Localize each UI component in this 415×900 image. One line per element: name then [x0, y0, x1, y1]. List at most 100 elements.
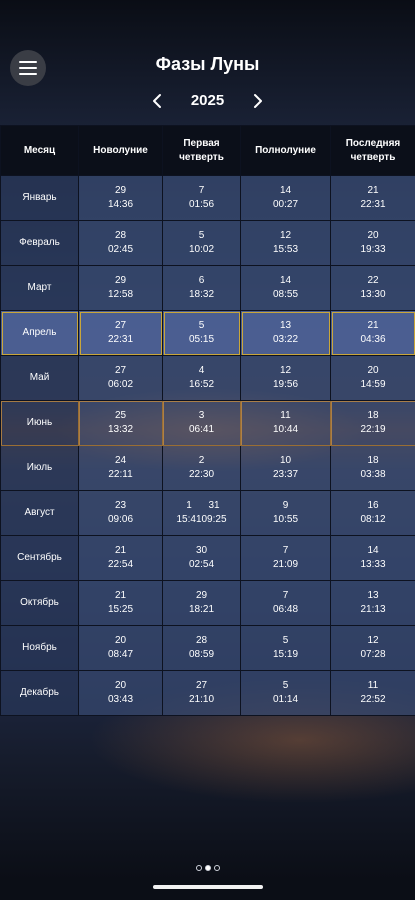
- new-moon-cell: 29 12:58: [78, 265, 163, 311]
- month-cell: Декабрь: [0, 670, 79, 716]
- column-header-full-moon: Полнолуние: [240, 125, 331, 176]
- phase-day: 14: [279, 185, 292, 196]
- phase-day: 27: [114, 365, 127, 376]
- phase-day: 13: [279, 320, 292, 331]
- new-moon-cell: 21 15:25: [78, 580, 163, 626]
- first-quarter-cell: 5 10:02: [162, 220, 241, 266]
- first-quarter-cell: 4 16:52: [162, 355, 241, 401]
- first-quarter-cell: 3 06:41: [162, 400, 241, 446]
- column-header-month: Месяц: [0, 125, 79, 176]
- phase-day: 5: [282, 680, 289, 691]
- table-row[interactable]: Март 29 12:58 6 18:32 14 08:55 22 13:30: [0, 265, 415, 311]
- full-moon-cell: 12 19:56: [240, 355, 331, 401]
- phase-day: 31: [208, 500, 220, 511]
- phase-time: 03:22: [272, 334, 299, 345]
- phase-time: 06:41: [188, 424, 215, 435]
- column-header-last-quarter: Последняя четверть: [330, 125, 415, 176]
- phase-time: 06:48: [272, 604, 299, 615]
- phase-day: 13: [367, 590, 379, 601]
- page-title: Фазы Луны: [155, 54, 260, 74]
- phase-time: 22:31: [360, 199, 386, 210]
- table-row[interactable]: Август 23 09:06 1 31 15:41 09:25 9 10:55 16 08:12: [0, 490, 415, 536]
- phase-time: 21:09: [272, 559, 299, 570]
- phase-time: 15:19: [272, 649, 299, 660]
- first-quarter-cell: 5 05:15: [162, 310, 241, 356]
- phase-day: 27: [114, 320, 127, 331]
- phase-day: 4: [198, 365, 205, 376]
- home-indicator: [153, 885, 263, 889]
- next-year-button[interactable]: [248, 91, 268, 111]
- last-quarter-cell: 21 22:31: [330, 175, 415, 221]
- last-quarter-cell: 21 04:36: [330, 310, 415, 356]
- table-row[interactable]: Июль 24 22:11 2 22:30 10 23:37 18 03:38: [0, 445, 415, 491]
- phase-time: 15:53: [272, 244, 299, 255]
- full-moon-cell: 5 01:14: [240, 670, 331, 716]
- phase-time: 09:25: [201, 514, 227, 525]
- table-row[interactable]: Апрель 27 22:31 5 05:15 13 03:22 21 04:36: [0, 310, 415, 356]
- phase-day: 28: [195, 635, 208, 646]
- phase-time: 02:45: [107, 244, 134, 255]
- new-moon-cell: 27 06:02: [78, 355, 163, 401]
- dual-date: 1 31 15:41 09:25: [163, 499, 240, 527]
- phase-day: 23: [114, 500, 127, 511]
- new-moon-cell: 21 22:54: [78, 535, 163, 581]
- phase-time: 19:33: [360, 244, 386, 255]
- phase-day: 11: [280, 410, 291, 421]
- phase-day: 14: [367, 545, 379, 556]
- table-row[interactable]: Июнь 25 13:32 3 06:41 11 10:44 18 22:19: [0, 400, 415, 446]
- phase-time: 21:13: [360, 604, 386, 615]
- full-moon-cell: 10 23:37: [240, 445, 331, 491]
- phase-time: 08:12: [360, 514, 386, 525]
- phase-day: 20: [114, 680, 127, 691]
- new-moon-cell: 24 22:11: [78, 445, 163, 491]
- phase-day: 12: [367, 635, 379, 646]
- new-moon-cell: 28 02:45: [78, 220, 163, 266]
- phase-day: 21: [367, 320, 379, 331]
- month-cell: Январь: [0, 175, 79, 221]
- first-quarter-cell: 7 01:56: [162, 175, 241, 221]
- last-quarter-cell: 11 22:52: [330, 670, 415, 716]
- month-cell: Март: [0, 265, 79, 311]
- phase-day: 7: [198, 185, 205, 196]
- phase-day: 5: [282, 635, 289, 646]
- table-row[interactable]: Ноябрь 20 08:47 28 08:59 5 15:19 12 07:28: [0, 625, 415, 671]
- last-quarter-cell: 18 22:19: [330, 400, 415, 446]
- phase-day: 10: [279, 455, 292, 466]
- phase-time: 03:43: [107, 694, 134, 705]
- phase-time: 13:30: [360, 289, 386, 300]
- first-quarter-cell: 27 21:10: [162, 670, 241, 716]
- phase-time: 08:59: [188, 649, 215, 660]
- phase-day: 21: [114, 545, 127, 556]
- table-row[interactable]: Октябрь 21 15:25 29 18:21 7 06:48 13 21:13: [0, 580, 415, 626]
- table-row[interactable]: Февраль 28 02:45 5 10:02 12 15:53 20 19:33: [0, 220, 415, 266]
- phase-day: 18: [367, 410, 379, 421]
- month-cell: Май: [0, 355, 79, 401]
- phase-day: 20: [367, 230, 379, 241]
- table-row[interactable]: Сентябрь 21 22:54 30 02:54 7 21:09 14 13:33: [0, 535, 415, 581]
- phase-time: 07:28: [360, 649, 386, 660]
- table-row[interactable]: Декабрь 20 03:43 27 21:10 5 01:14 11 22:52: [0, 670, 415, 716]
- last-quarter-cell: 14 13:33: [330, 535, 415, 581]
- phase-day: 9: [282, 500, 289, 511]
- phase-day: 11: [367, 680, 379, 691]
- new-moon-cell: 27 22:31: [78, 310, 163, 356]
- phase-time: 09:06: [107, 514, 134, 525]
- phase-time: 13:32: [107, 424, 134, 435]
- phase-day: 12: [279, 365, 292, 376]
- phase-time: 00:27: [272, 199, 299, 210]
- full-moon-cell: 12 15:53: [240, 220, 331, 266]
- table-row[interactable]: Январь 29 14:36 7 01:56 14 00:27 21 22:31: [0, 175, 415, 221]
- phase-time: 18:21: [188, 604, 215, 615]
- phase-day: 27: [195, 680, 208, 691]
- phase-time: 23:37: [272, 469, 299, 480]
- phase-day: 12: [279, 230, 292, 241]
- table-row[interactable]: Май 27 06:02 4 16:52 12 19:56 20 14:59: [0, 355, 415, 401]
- year-label: 2025: [190, 92, 225, 109]
- page-dot: [195, 865, 202, 871]
- phase-time: 22:52: [360, 694, 386, 705]
- full-moon-cell: 11 10:44: [240, 400, 331, 446]
- phase-time: 10:02: [188, 244, 215, 255]
- phase-day: 24: [114, 455, 127, 466]
- table-header-row: Месяц Новолуние Первая четверть Полнолун…: [0, 125, 415, 176]
- phase-time: 15:25: [107, 604, 134, 615]
